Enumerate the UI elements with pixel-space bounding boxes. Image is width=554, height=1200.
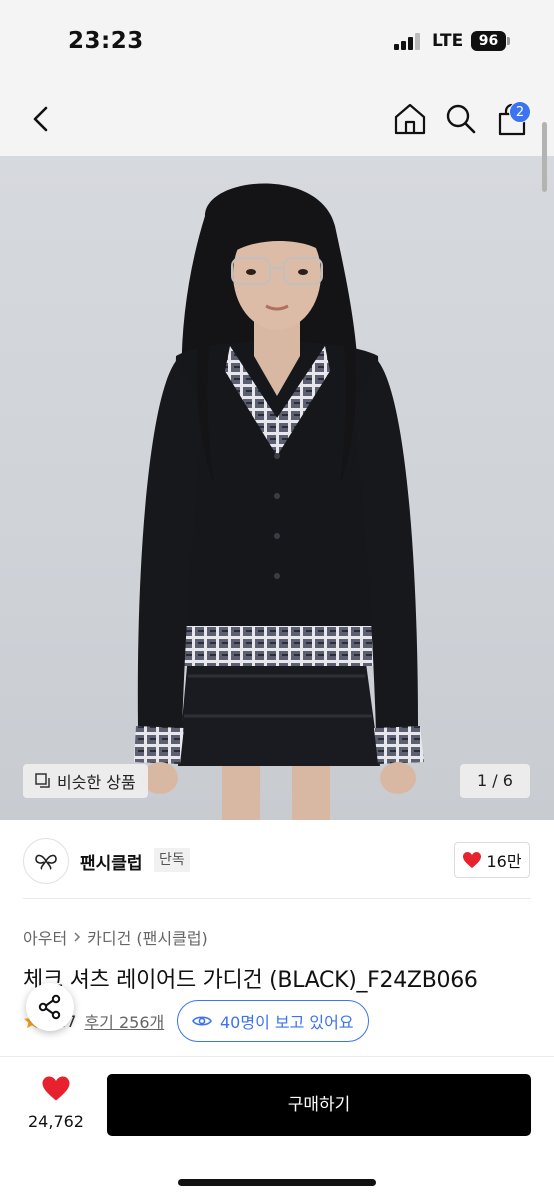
similar-products-label: 비슷한 상품 bbox=[57, 773, 136, 792]
status-bar: 23:23 LTE 96 bbox=[0, 0, 554, 84]
breadcrumb-item[interactable]: 아우터 bbox=[23, 925, 67, 949]
network-label: LTE bbox=[432, 31, 464, 51]
top-nav-bar bbox=[0, 84, 554, 156]
buy-button[interactable]: 구매하기 bbox=[107, 1074, 531, 1136]
model-photo bbox=[134, 183, 424, 820]
image-counter: 1 / 6 bbox=[460, 764, 530, 798]
heart-icon bbox=[463, 852, 482, 868]
viewers-pill: 40명이 보고 있어요 bbox=[177, 1000, 369, 1042]
home-icon[interactable] bbox=[391, 100, 429, 138]
divider bbox=[23, 898, 531, 899]
share-icon bbox=[38, 994, 61, 1020]
cart-count-badge: 2 bbox=[509, 101, 531, 123]
eye-icon bbox=[192, 1016, 212, 1026]
heart-icon bbox=[42, 1076, 70, 1101]
search-icon[interactable] bbox=[443, 101, 479, 137]
product-title: 체크 셔츠 레이어드 가디건 (BLACK)_F24ZB066 bbox=[23, 968, 478, 993]
battery-icon: 96 bbox=[471, 31, 506, 51]
brand-logo[interactable] bbox=[23, 838, 69, 884]
brand-name[interactable]: 팬시클럽 bbox=[80, 849, 143, 874]
product-image[interactable] bbox=[0, 156, 554, 820]
wishlist-button[interactable]: 24,762 bbox=[20, 1075, 92, 1131]
signal-icon bbox=[394, 33, 422, 50]
brand-logo-mark bbox=[35, 854, 57, 870]
similar-products-button[interactable]: 비슷한 상품 bbox=[23, 764, 148, 798]
scroll-indicator bbox=[542, 122, 547, 192]
brand-like-count: 16만 bbox=[486, 852, 522, 871]
brand-row: 팬시클럽 단독 16만 bbox=[0, 820, 554, 900]
status-time: 23:23 bbox=[68, 28, 144, 54]
chevron-right-icon bbox=[74, 932, 81, 942]
battery-cap bbox=[507, 37, 510, 45]
exclusive-badge: 단독 bbox=[154, 848, 190, 872]
brand-like-button[interactable]: 16만 bbox=[454, 842, 530, 878]
home-indicator bbox=[178, 1179, 376, 1186]
breadcrumb-item[interactable]: 카디건 (팬시클럽) bbox=[87, 925, 208, 949]
wishlist-count: 24,762 bbox=[28, 1112, 84, 1131]
viewers-label: 40명이 보고 있어요 bbox=[220, 1013, 354, 1032]
share-button[interactable] bbox=[26, 983, 74, 1031]
review-link[interactable]: 후기 256개 bbox=[84, 1009, 164, 1033]
back-icon[interactable] bbox=[24, 102, 58, 136]
copy-icon bbox=[35, 773, 50, 788]
breadcrumb: 아우터 카디건 (팬시클럽) bbox=[23, 925, 208, 949]
